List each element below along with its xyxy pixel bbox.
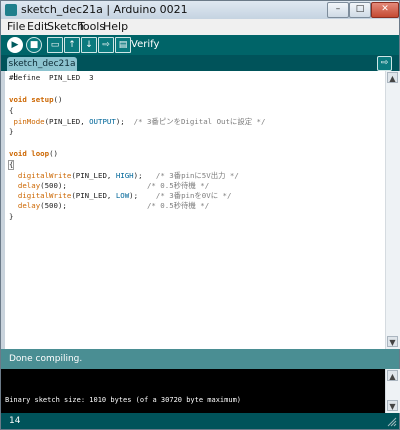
minimize-button[interactable]: – [327,2,349,18]
console-scroll-up-icon[interactable]: ▲ [387,370,398,381]
parens: () [49,149,58,158]
close-brace: } [9,212,14,221]
function-delay: delay [17,201,41,210]
tab-sketch[interactable]: sketch_dec21a [7,57,77,71]
args: (500); [40,181,147,190]
status-message: Done compiling. [9,354,83,364]
menu-help[interactable]: Help [103,20,128,33]
verify-run-icon[interactable]: ▶ [7,37,23,53]
save-icon[interactable]: ↓ [81,37,97,53]
code-line-11: delay(500); /* 0.5秒待機 */ [9,201,209,211]
tab-bar: sketch_dec21a ⇨ [1,55,399,71]
console-scrollbar[interactable]: ▲ ▼ [385,369,400,413]
code-line-10: digitalWrite(PIN_LED, LOW); /* 3番pinを0Vに… [9,191,232,201]
console-scroll-down-icon[interactable]: ▼ [387,400,398,411]
line-number-bar: 14 [1,413,399,429]
comment: /* 3番ピンをDigital Outに設定 */ [133,117,266,126]
editor-scrollbar[interactable]: ▲ ▼ [385,71,400,349]
const-output: OUTPUT [89,117,116,126]
const-high: HIGH [115,171,134,180]
comment: /* 3番pinに5V出力 */ [155,171,239,180]
stmt-end: ); [129,191,156,200]
keyword-void: void [9,95,27,104]
menu-file[interactable]: File [7,20,25,33]
tab-menu-icon[interactable]: ⇨ [377,56,392,71]
upload-icon[interactable]: ⇨ [98,37,114,53]
comment: /* 3番pinを0Vに */ [155,191,232,200]
open-brace: { [9,160,14,169]
console-text: Binary sketch size: 1010 bytes (of a 307… [5,396,242,404]
code-line-8: digitalWrite(PIN_LED, HIGH); /* 3番pinに5V… [9,171,239,181]
code-line-2: void setup() [9,95,62,105]
close-button[interactable]: ✕ [371,2,399,18]
line-number: 14 [9,416,21,426]
const-low: LOW [115,191,130,200]
code-line-6: void loop() [9,149,58,159]
close-brace: } [9,127,14,136]
scroll-down-icon[interactable]: ▼ [387,336,398,347]
resize-grip-icon[interactable] [385,415,397,427]
parens: () [53,95,63,104]
code-editor[interactable]: #define PIN_LED 3 void setup() { pinMode… [5,71,385,349]
function-pinmode: pinMode [13,117,45,126]
function-digitalwrite: digitalWrite [17,191,72,200]
window-title: sketch_dec21a | Arduino 0021 [21,3,188,16]
scroll-up-icon[interactable]: ▲ [387,72,398,83]
function-loop: loop [31,149,50,158]
args: (PIN_LED, [71,171,116,180]
function-digitalwrite: digitalWrite [17,171,72,180]
arduino-app-icon [5,4,17,16]
stmt-end: ); [133,171,156,180]
arduino-window: sketch_dec21a | Arduino 0021 – □ ✕ File … [0,0,400,430]
keyword-void: void [9,149,27,158]
code-line-3: { [9,106,13,116]
args: (500); [40,201,147,210]
stmt-end: ); [115,117,134,126]
code-line-1: #define PIN_LED 3 [9,73,94,83]
code-line-4: pinMode(PIN_LED, OUTPUT); /* 3番ピンをDigita… [9,117,265,127]
toolbar: ▶ ■ ▭ ↑ ↓ ⇨ ▤ Verify [1,35,399,55]
comment: /* 0.5秒待機 */ [146,201,210,210]
code-line-7: { [9,160,13,170]
comment: /* 0.5秒待機 */ [146,181,210,190]
toolbar-hint-label: Verify [131,39,160,50]
code-line-12: } [9,212,13,222]
function-setup: setup [31,95,54,104]
menu-edit[interactable]: Edit [27,20,48,33]
stop-icon[interactable]: ■ [26,37,42,53]
open-icon[interactable]: ↑ [64,37,80,53]
define-directive: #define PIN_LED 3 [9,73,94,82]
menu-bar: File Edit Sketch Tools Help [1,19,399,36]
maximize-button[interactable]: □ [349,2,371,18]
menu-tools[interactable]: Tools [78,20,105,33]
serial-monitor-icon[interactable]: ▤ [115,37,131,53]
args: (PIN_LED, [44,117,90,126]
function-delay: delay [17,181,41,190]
title-bar: sketch_dec21a | Arduino 0021 – □ ✕ [1,1,399,19]
args: (PIN_LED, [71,191,116,200]
status-bar: Done compiling. [1,349,399,369]
code-line-5: } [9,127,13,137]
console-output[interactable]: Binary sketch size: 1010 bytes (of a 307… [1,369,385,413]
new-icon[interactable]: ▭ [47,37,63,53]
open-brace: { [9,106,14,115]
code-line-9: delay(500); /* 0.5秒待機 */ [9,181,209,191]
